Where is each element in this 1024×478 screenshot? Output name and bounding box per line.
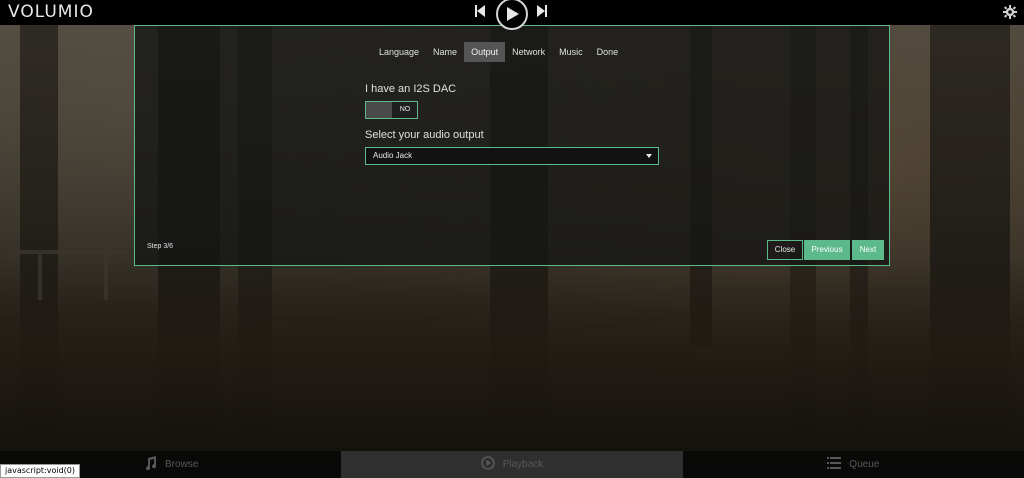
setup-wizard-modal: Language Name Output Network Music Done … — [134, 25, 890, 266]
step-indicator: Step 3/6 — [147, 243, 174, 250]
tab-music[interactable]: Music — [552, 42, 590, 62]
status-bar-link: javascript:void(0) — [0, 464, 81, 478]
tree-trunk — [20, 0, 58, 438]
chevron-down-icon — [646, 154, 652, 158]
tab-done[interactable]: Done — [590, 42, 626, 62]
toggle-value: NO — [399, 106, 411, 113]
play-icon — [507, 7, 519, 21]
i2s-dac-label: I have an I2S DAC — [365, 83, 457, 95]
gear-icon — [1003, 5, 1017, 19]
tab-name[interactable]: Name — [426, 42, 464, 62]
nav-browse-label: Browse — [164, 459, 199, 470]
wizard-tabs: Language Name Output Network Music Done — [372, 42, 625, 62]
picnic-table — [18, 250, 128, 300]
skip-previous-button[interactable] — [475, 5, 485, 20]
top-bar: VOLUMIO — [0, 0, 1024, 30]
music-note-icon — [143, 456, 157, 473]
audio-output-label: Select your audio output — [365, 129, 484, 141]
settings-button[interactable] — [1003, 5, 1017, 19]
forest-ground — [0, 258, 1024, 478]
tree-trunk — [930, 0, 1010, 438]
skip-next-icon — [537, 5, 547, 17]
skip-next-button[interactable] — [537, 5, 547, 20]
previous-button[interactable]: Previous — [804, 240, 850, 260]
next-button[interactable]: Next — [852, 240, 884, 260]
bottom-nav: Browse Playback Queue — [0, 451, 1024, 478]
volumio-logo[interactable]: VOLUMIO — [8, 2, 94, 22]
volumio-app: VOLUMIO Language Name Output Network Mus… — [0, 0, 1024, 478]
skip-previous-icon — [475, 5, 485, 17]
transport-controls — [470, 0, 560, 30]
audio-output-selected-value: Audio Jack — [373, 151, 413, 160]
nav-playback[interactable]: Playback — [341, 451, 683, 478]
play-button[interactable] — [496, 0, 528, 30]
toggle-knob — [366, 102, 392, 118]
play-circle-icon — [480, 456, 495, 473]
i2s-dac-toggle[interactable]: NO — [365, 101, 418, 119]
tab-output[interactable]: Output — [464, 42, 506, 62]
nav-playback-label: Playback — [502, 459, 544, 470]
tab-network[interactable]: Network — [505, 42, 552, 62]
close-button[interactable]: Close — [767, 240, 803, 260]
tab-language[interactable]: Language — [372, 42, 426, 62]
audio-output-select[interactable]: Audio Jack — [365, 147, 659, 165]
list-icon — [827, 456, 842, 473]
nav-queue[interactable]: Queue — [683, 451, 1024, 478]
nav-queue-label: Queue — [849, 459, 880, 470]
